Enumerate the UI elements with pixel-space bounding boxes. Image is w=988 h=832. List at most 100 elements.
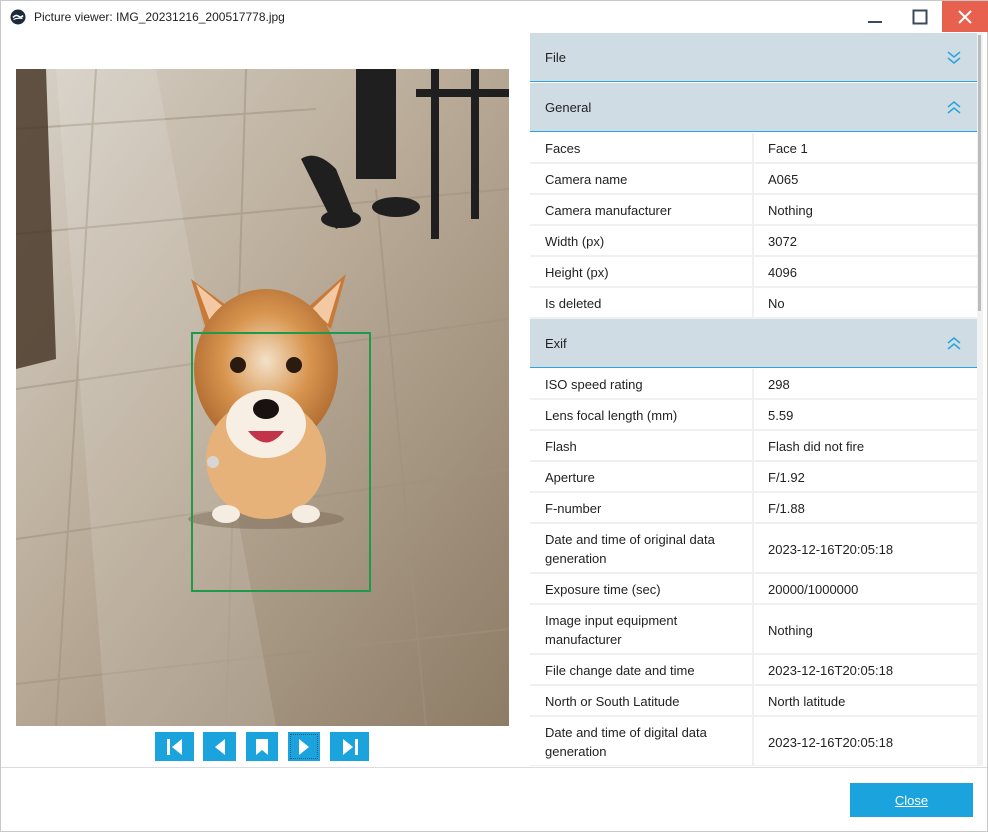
exif-row-original-datetime: Date and time of original data generatio… xyxy=(530,524,977,574)
general-row-is-deleted: Is deleted No xyxy=(530,288,977,319)
last-image-button[interactable] xyxy=(330,732,369,761)
property-key: Camera name xyxy=(545,172,628,187)
column-divider xyxy=(752,574,754,603)
skip-first-icon xyxy=(166,738,182,755)
skip-last-icon xyxy=(342,738,358,755)
column-divider xyxy=(752,288,754,317)
column-divider xyxy=(752,226,754,255)
property-key: ISO speed rating xyxy=(545,377,643,392)
section-exif-header[interactable]: Exif xyxy=(530,319,977,368)
close-window-button[interactable] xyxy=(942,1,988,32)
property-key: Date and time of original data generatio… xyxy=(545,532,715,566)
app-logo-icon xyxy=(10,9,26,25)
property-value: A065 xyxy=(768,172,799,187)
column-divider xyxy=(752,655,754,684)
section-file-label: File xyxy=(545,50,566,65)
exif-row-iso: ISO speed rating 298 xyxy=(530,369,977,400)
exif-row-f-number: F-number F/1.88 xyxy=(530,493,977,524)
exif-row-flash: Flash Flash did not fire xyxy=(530,431,977,462)
property-value: North latitude xyxy=(768,694,846,709)
column-divider xyxy=(752,431,754,460)
property-key: F-number xyxy=(545,501,602,516)
close-icon xyxy=(958,9,972,24)
previous-icon xyxy=(214,738,225,755)
property-key: Image input equipment manufacturer xyxy=(545,613,678,647)
property-key: Camera manufacturer xyxy=(545,203,672,218)
scrollbar-thumb[interactable] xyxy=(978,35,981,311)
title-bar: Picture viewer: IMG_20231216_200517778.j… xyxy=(1,1,988,32)
window-title: Picture viewer: IMG_20231216_200517778.j… xyxy=(34,10,285,24)
property-key: Faces xyxy=(545,141,581,156)
property-key: Lens focal length (mm) xyxy=(545,408,678,423)
property-value: 5.59 xyxy=(768,408,794,423)
property-value: 298 xyxy=(768,377,790,392)
column-divider xyxy=(752,605,754,653)
property-value-face-link[interactable]: Face 1 xyxy=(768,139,808,158)
photo-view xyxy=(16,69,509,726)
property-key: File change date and time xyxy=(545,663,695,678)
next-image-button[interactable] xyxy=(288,732,320,761)
column-divider xyxy=(752,686,754,715)
property-value: F/1.88 xyxy=(768,501,805,516)
property-value: 4096 xyxy=(768,265,797,280)
close-button[interactable]: Close xyxy=(850,783,973,817)
previous-image-button[interactable] xyxy=(203,732,236,761)
exif-row-focal-length: Lens focal length (mm) 5.59 xyxy=(530,400,977,431)
exif-row-exposure-time: Exposure time (sec) 20000/1000000 xyxy=(530,574,977,605)
property-key: Exposure time (sec) xyxy=(545,582,661,597)
property-key: Height (px) xyxy=(545,265,609,280)
column-divider xyxy=(752,257,754,286)
property-value: 2023-12-16T20:05:18 xyxy=(768,735,894,750)
exif-row-file-change-datetime: File change date and time 2023-12-16T20:… xyxy=(530,655,977,686)
exif-row-aperture: Aperture F/1.92 xyxy=(530,462,977,493)
property-value: Nothing xyxy=(768,203,813,218)
column-divider xyxy=(752,462,754,491)
column-divider xyxy=(752,717,754,765)
chevron-double-up-icon xyxy=(947,101,961,114)
property-key: Date and time of digital data generation xyxy=(545,725,707,759)
properties-panel: File General Faces Face 1 Camera name A0… xyxy=(530,33,977,766)
exif-row-latitude-ref: North or South Latitude North latitude xyxy=(530,686,977,717)
face-detection-box[interactable] xyxy=(191,332,371,592)
general-row-height: Height (px) 4096 xyxy=(530,257,977,288)
property-value: Nothing xyxy=(768,623,813,638)
property-value: F/1.92 xyxy=(768,470,805,485)
column-divider xyxy=(752,400,754,429)
general-row-camera-name: Camera name A065 xyxy=(530,164,977,195)
section-general-header[interactable]: General xyxy=(530,83,977,132)
section-general-label: General xyxy=(545,100,592,115)
property-key: Flash xyxy=(545,439,577,454)
property-key: Aperture xyxy=(545,470,595,485)
property-value: 20000/1000000 xyxy=(768,582,859,597)
exif-row-digital-datetime: Date and time of digital data generation… xyxy=(530,717,977,766)
exif-row-input-equipment-manufacturer: Image input equipment manufacturer Nothi… xyxy=(530,605,977,655)
maximize-icon xyxy=(912,9,928,24)
maximize-button[interactable] xyxy=(897,1,943,32)
column-divider xyxy=(752,195,754,224)
footer-divider xyxy=(1,767,987,768)
property-key: Width (px) xyxy=(545,234,605,249)
property-value: 2023-12-16T20:05:18 xyxy=(768,542,894,557)
chevron-double-up-icon xyxy=(947,337,961,350)
picture-viewer-window: Picture viewer: IMG_20231216_200517778.j… xyxy=(0,0,988,832)
column-divider xyxy=(752,133,754,162)
column-divider xyxy=(752,369,754,398)
minimize-button[interactable] xyxy=(852,1,898,32)
chevron-double-down-icon xyxy=(947,51,961,64)
bookmark-icon xyxy=(256,738,268,755)
column-divider xyxy=(752,524,754,572)
column-divider xyxy=(752,493,754,522)
property-value: Flash did not fire xyxy=(768,439,865,454)
general-row-faces: Faces Face 1 xyxy=(530,133,977,164)
property-key: Is deleted xyxy=(545,296,602,311)
section-file-header[interactable]: File xyxy=(530,33,977,82)
general-row-width: Width (px) 3072 xyxy=(530,226,977,257)
first-image-button[interactable] xyxy=(155,732,194,761)
property-value: 2023-12-16T20:05:18 xyxy=(768,663,894,678)
bookmark-button[interactable] xyxy=(246,732,278,761)
property-value: 3072 xyxy=(768,234,797,249)
minimize-icon xyxy=(868,20,882,23)
column-divider xyxy=(752,164,754,193)
next-icon xyxy=(299,738,309,755)
property-key: North or South Latitude xyxy=(545,694,680,709)
